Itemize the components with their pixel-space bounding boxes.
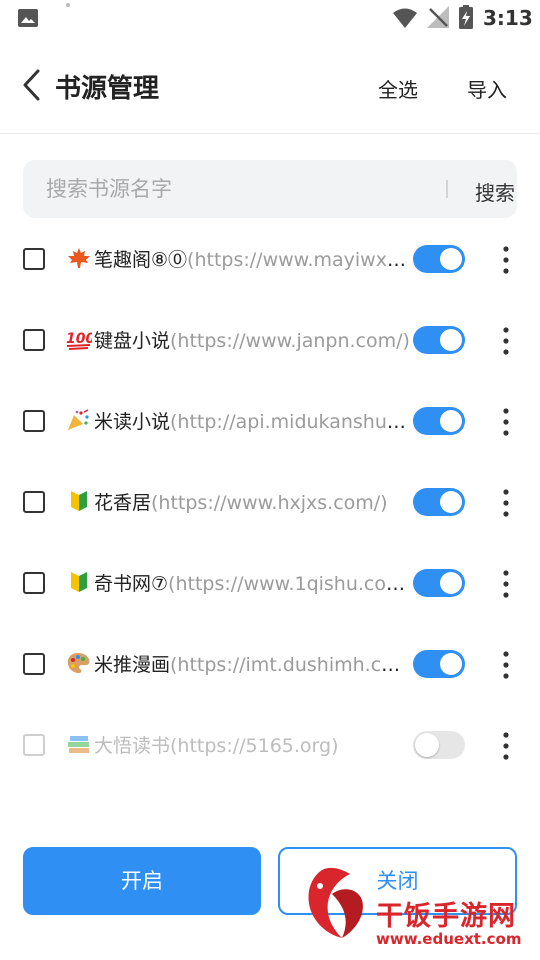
watermark-brand: 干饭手游网 <box>376 901 516 932</box>
artist-palette-emoji-icon <box>67 653 90 673</box>
source-url: (http://api.midukanshu.com/) <box>170 411 411 433</box>
status-bar: 3:13 <box>0 0 540 36</box>
source-row[interactable]: 大悟读书(https://5165.org) <box>0 716 540 776</box>
source-label: 米读小说(http://api.midukanshu.com/) <box>66 408 411 436</box>
source-checkbox[interactable] <box>23 410 45 432</box>
source-label: 100 键盘小说(https://www.janpn.com/) <box>66 327 411 355</box>
site-watermark: 干饭手游网 www.eduext.com <box>296 858 540 960</box>
source-checkbox[interactable] <box>23 329 45 351</box>
books-emoji-icon <box>68 736 89 753</box>
enable-button[interactable]: 开启 <box>23 847 261 915</box>
search-bar: 搜索 <box>23 160 517 218</box>
source-checkbox[interactable] <box>23 734 45 756</box>
source-checkbox[interactable] <box>23 572 45 594</box>
hundred-points-emoji-icon: 100 <box>66 331 92 350</box>
source-enable-toggle[interactable] <box>413 407 465 435</box>
toggle-knob <box>440 410 462 432</box>
app-header: 书源管理 全选 导入 <box>0 50 540 120</box>
source-url: (https://5165.org) <box>170 735 339 757</box>
more-options-icon[interactable] <box>496 325 516 357</box>
party-popper-emoji-icon <box>68 409 89 430</box>
toggle-knob <box>440 653 462 675</box>
source-row[interactable]: 笔趣阁⑧⓪(https://www.mayiwxw.com/) <box>0 230 540 290</box>
source-name: 奇书网⑦ <box>94 573 169 595</box>
source-name: 笔趣阁⑧⓪ <box>94 249 188 271</box>
toggle-knob <box>415 733 439 757</box>
search-button[interactable]: 搜索 <box>475 177 515 206</box>
source-checkbox[interactable] <box>23 653 45 675</box>
more-options-icon[interactable] <box>496 568 516 600</box>
source-label: 笔趣阁⑧⓪(https://www.mayiwxw.com/) <box>66 246 411 274</box>
beginner-symbol-emoji-icon <box>71 491 87 511</box>
source-checkbox[interactable] <box>23 248 45 270</box>
import-button[interactable]: 导入 <box>467 74 507 103</box>
more-options-icon[interactable] <box>496 649 516 681</box>
maple-leaf-emoji-icon <box>68 248 90 268</box>
watermark-logo-icon <box>308 867 363 938</box>
source-enable-toggle[interactable] <box>413 731 465 759</box>
source-url: (https://www.hxjxs.com/) <box>151 492 388 514</box>
source-enable-toggle[interactable] <box>413 245 465 273</box>
source-enable-toggle[interactable] <box>413 326 465 354</box>
source-enable-toggle[interactable] <box>413 569 465 597</box>
battery-charging-icon <box>459 5 473 29</box>
wifi-icon <box>393 8 417 28</box>
toggle-knob <box>440 572 462 594</box>
source-row[interactable]: 米推漫画(https://imt.dushimh.com) <box>0 635 540 695</box>
toggle-knob <box>440 491 462 513</box>
source-url: (https://www.janpn.com/) <box>170 330 410 352</box>
source-url: (https://imt.dushimh.com) <box>170 654 411 676</box>
source-row[interactable]: 花香居(https://www.hxjxs.com/) <box>0 473 540 533</box>
more-options-icon[interactable] <box>496 730 516 762</box>
search-input[interactable] <box>23 160 418 218</box>
toggle-knob <box>440 329 462 351</box>
status-time: 3:13 <box>483 6 533 30</box>
source-enable-toggle[interactable] <box>413 650 465 678</box>
image-notification-icon <box>18 9 38 27</box>
source-url: (https://www.mayiwxw.com/) <box>187 249 411 271</box>
select-all-button[interactable]: 全选 <box>378 74 418 103</box>
no-signal-icon <box>427 6 449 28</box>
more-options-icon[interactable] <box>496 406 516 438</box>
back-arrow-icon[interactable] <box>20 68 46 102</box>
source-row[interactable]: 奇书网⑦(https://www.1qishu.com/) <box>0 554 540 614</box>
watermark-url: www.eduext.com <box>376 930 522 948</box>
source-label: 大悟读书(https://5165.org) <box>66 732 411 760</box>
source-name: 米读小说 <box>94 411 171 433</box>
beginner-symbol-emoji-icon <box>71 572 87 592</box>
more-options-icon[interactable] <box>496 244 516 276</box>
toggle-knob <box>440 248 462 270</box>
source-name: 键盘小说 <box>94 330 171 352</box>
source-label: 奇书网⑦(https://www.1qishu.com/) <box>66 570 411 598</box>
more-options-icon[interactable] <box>496 487 516 519</box>
notification-dot-icon <box>66 3 70 7</box>
source-row[interactable]: 100 键盘小说(https://www.janpn.com/) <box>0 311 540 371</box>
header-divider <box>0 133 540 134</box>
source-label: 米推漫画(https://imt.dushimh.com) <box>66 651 411 679</box>
source-row[interactable]: 米读小说(http://api.midukanshu.com/) <box>0 392 540 452</box>
search-divider <box>446 180 448 198</box>
source-name: 大悟读书 <box>94 735 171 757</box>
source-label: 花香居(https://www.hxjxs.com/) <box>66 489 411 517</box>
source-url: (https://www.1qishu.com/) <box>168 573 411 595</box>
page-title: 书源管理 <box>55 74 160 104</box>
source-checkbox[interactable] <box>23 491 45 513</box>
source-name: 米推漫画 <box>94 654 171 676</box>
source-enable-toggle[interactable] <box>413 488 465 516</box>
source-name: 花香居 <box>94 492 152 514</box>
